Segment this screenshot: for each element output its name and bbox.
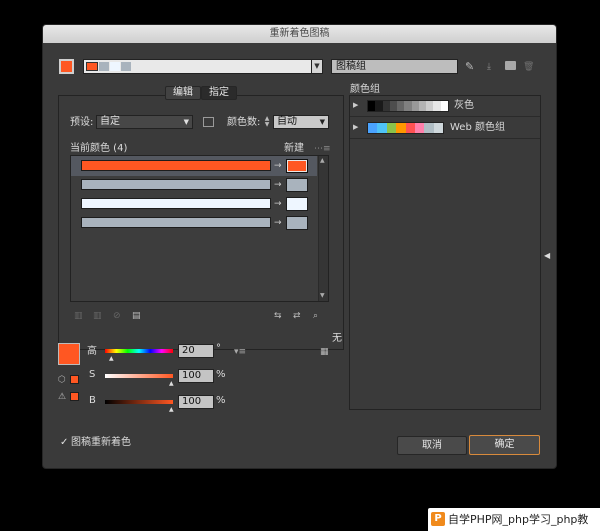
color-groups-panel: [349, 95, 541, 410]
arrow-right-icon: →: [274, 218, 282, 228]
save-color-group-icon[interactable]: ⤓: [487, 62, 491, 72]
grayscale-swatch-strip[interactable]: [367, 100, 449, 112]
web-swatch-strip[interactable]: [367, 122, 444, 134]
new-color-bar[interactable]: [286, 197, 308, 211]
tab-edit[interactable]: 编辑: [165, 86, 201, 100]
brightness-unit: %: [216, 395, 226, 406]
new-color-bar[interactable]: [286, 216, 308, 230]
watermark-text: 自学PHP网_php学习_php教: [448, 513, 589, 526]
hue-value-field[interactable]: 20: [178, 344, 214, 358]
trash-icon[interactable]: 🗑: [523, 62, 534, 72]
new-colors-label: 新建: [284, 143, 304, 154]
current-color-bar[interactable]: [81, 179, 271, 190]
preset-value: 自定: [100, 116, 120, 127]
brightness-value-field[interactable]: 100: [178, 395, 214, 409]
color-group-row[interactable]: ▶ 灰色: [350, 96, 540, 117]
color-group-row[interactable]: ▶ Web 颜色组: [350, 118, 540, 139]
exclude-colors-icon[interactable]: ⊘: [113, 311, 121, 321]
harmony-strip[interactable]: [83, 59, 312, 74]
chevron-down-icon: ▼: [319, 118, 325, 126]
watermark: P 自学PHP网_php学习_php教: [428, 508, 600, 531]
recolor-checkbox-label: 图稿重新着色: [71, 437, 131, 448]
list-scrollbar[interactable]: ▲ ▼: [318, 156, 328, 301]
arrow-right-icon: →: [274, 161, 282, 171]
color-count-value: 自动: [277, 116, 297, 127]
hue-slider-thumb[interactable]: ▲: [109, 354, 114, 364]
hue-slider[interactable]: [105, 349, 173, 353]
current-color-bar[interactable]: [81, 160, 271, 171]
saturation-label: S: [89, 369, 96, 380]
new-row-icon[interactable]: ▤: [132, 311, 141, 321]
find-color-icon[interactable]: ⌕: [313, 311, 318, 321]
artwork-name-field[interactable]: 图稿组: [331, 59, 458, 74]
color-group-label: Web 颜色组: [450, 122, 505, 133]
eyedropper-icon[interactable]: ✎: [465, 61, 474, 72]
new-color-bar[interactable]: [286, 178, 308, 192]
saturation-slider[interactable]: [105, 374, 173, 378]
randomize-saturation-icon[interactable]: ⇄: [293, 311, 301, 321]
chevron-down-icon: ▼: [183, 118, 189, 126]
cancel-button[interactable]: 取消: [397, 436, 467, 455]
color-mode-menu-icon[interactable]: ▾≡: [234, 347, 246, 357]
saturation-slider-thumb[interactable]: ▲: [169, 379, 174, 389]
color-count-stepper[interactable]: ▲ ▼: [263, 116, 271, 129]
current-color-bar[interactable]: [81, 217, 271, 228]
brightness-label: B: [89, 395, 96, 406]
watermark-logo-icon: P: [431, 512, 445, 526]
randomize-order-icon[interactable]: ⇆: [274, 311, 282, 321]
recolor-checkbox[interactable]: ✓: [60, 437, 68, 448]
hue-label: 高: [87, 346, 97, 357]
folder-icon[interactable]: [505, 61, 516, 70]
current-color-swatch[interactable]: [59, 59, 74, 74]
tab-assign[interactable]: 指定: [201, 86, 237, 100]
color-reduction-options-icon[interactable]: [203, 117, 214, 127]
recolor-dialog: 重新着色图稿 ▼ 图稿组 ✎ ⤓ 🗑 编辑 指定 预设: 自定 ▼ 颜色数: ▲…: [42, 24, 557, 469]
saturation-value-field[interactable]: 100: [178, 369, 214, 383]
arrow-right-icon: →: [274, 199, 282, 209]
expand-triangle-icon[interactable]: ▶: [353, 123, 358, 131]
color-count-dropdown[interactable]: 自动 ▼: [273, 115, 329, 129]
out-of-gamut-swatch[interactable]: [70, 375, 79, 384]
warning-icon: ⚠: [58, 392, 67, 402]
new-color-bar[interactable]: [286, 159, 308, 173]
web-safe-swatch[interactable]: [70, 392, 79, 401]
harmony-dropdown-button[interactable]: ▼: [311, 59, 323, 74]
expand-triangle-icon[interactable]: ▶: [353, 101, 358, 109]
scroll-down-arrow-icon[interactable]: ▼: [320, 292, 325, 299]
none-label: 无: [332, 333, 342, 344]
column-menu-icon[interactable]: ⋯≡: [314, 144, 331, 154]
color-count-label: 颜色数:: [227, 117, 261, 128]
brightness-slider-thumb[interactable]: ▲: [169, 405, 174, 415]
color-group-label: 灰色: [454, 100, 474, 111]
brightness-slider[interactable]: [105, 400, 173, 404]
current-colors-label: 当前颜色 (4): [70, 143, 128, 154]
cube-icon: ⬡: [58, 375, 66, 385]
collapse-panel-arrow-icon[interactable]: ◀: [544, 251, 550, 260]
merge-colors-icon[interactable]: ▥: [74, 311, 83, 321]
scroll-up-arrow-icon[interactable]: ▲: [320, 157, 325, 164]
preset-label: 预设:: [70, 117, 94, 128]
dialog-title: 重新着色图稿: [43, 25, 556, 43]
saturation-unit: %: [216, 369, 226, 380]
current-color-bar[interactable]: [81, 198, 271, 209]
hue-unit: °: [216, 343, 221, 354]
color-library-icon[interactable]: ▦: [320, 347, 329, 357]
selected-color-swatch[interactable]: [58, 343, 80, 365]
arrow-right-icon: →: [274, 180, 282, 190]
ok-button[interactable]: 确定: [469, 435, 540, 455]
preset-dropdown[interactable]: 自定 ▼: [96, 115, 193, 129]
separate-colors-icon[interactable]: ▥: [93, 311, 102, 321]
